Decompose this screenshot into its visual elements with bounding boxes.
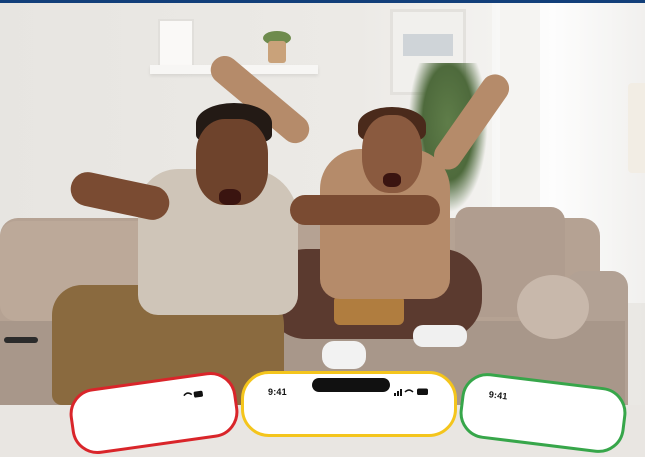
status-time: 9:41: [268, 387, 287, 397]
status-icons-center: [394, 387, 430, 398]
dynamic-island: [312, 378, 390, 392]
man-mouth: [219, 189, 241, 205]
status-icons-left: [182, 389, 205, 403]
hero-photo: [0, 3, 645, 405]
woman-sneaker-right: [413, 325, 467, 347]
round-pillow: [517, 275, 589, 339]
signal-wifi-battery-icon: [394, 388, 428, 396]
floor-lamp: [628, 83, 645, 173]
wifi-battery-icon: [183, 390, 203, 398]
tv-remote: [4, 337, 38, 343]
picture-frame-small: [158, 19, 194, 67]
phone-mockup-center: 9:41: [241, 371, 457, 437]
status-time: 9:41: [488, 389, 509, 402]
woman-sneaker-left: [322, 341, 366, 369]
man-arm-right: [290, 195, 440, 225]
woman-mouth: [383, 173, 401, 187]
plant-pot: [268, 41, 286, 63]
popcorn-basket: [334, 295, 404, 325]
